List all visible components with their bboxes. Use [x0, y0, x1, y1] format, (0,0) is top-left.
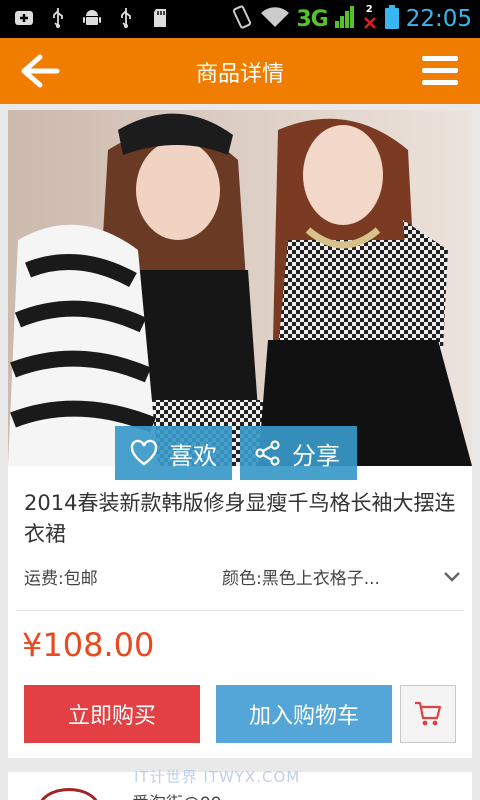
heart-icon — [130, 439, 158, 466]
vibrate-icon — [230, 4, 254, 34]
cart-button[interactable] — [400, 685, 456, 743]
color-selector[interactable]: 颜色:黑色上衣格子... — [222, 564, 462, 590]
share-icon — [255, 440, 280, 466]
chevron-down-icon — [444, 572, 460, 582]
status-bar: 3G 2 22:05 — [0, 0, 480, 38]
shop-logo — [38, 788, 100, 800]
add-to-cart-button[interactable]: 加入购物车 — [216, 685, 392, 743]
like-label: 喜欢 — [169, 441, 217, 470]
app-bar: 商品详情 — [0, 38, 480, 104]
color-value: 颜色:黑色上衣格子... — [222, 569, 380, 589]
watermark: IT计世界 ITWYX.COM — [134, 768, 301, 786]
clock: 22:05 — [405, 6, 472, 32]
page-title: 商品详情 — [195, 62, 284, 87]
product-name: 2014春装新款韩版修身显瘦千鸟格长袖大摆连衣裙 — [24, 491, 456, 546]
share-label: 分享 — [292, 441, 340, 470]
usb-icon — [116, 8, 136, 28]
notification-badge: 2 — [362, 4, 378, 30]
android-icon — [82, 8, 102, 28]
signal-icon — [334, 5, 356, 33]
shop-name: 爱淘街@99 — [132, 789, 222, 800]
product-card: 喜欢 分享 2014春装新款韩版修身显瘦千鸟格长袖大摆连衣裙 运费:包邮 颜色:… — [8, 110, 472, 758]
status-system: 3G 2 22:05 — [230, 4, 472, 34]
shipping-info: 运费:包邮 — [24, 569, 98, 589]
add-icon — [14, 8, 34, 28]
product-meta: 运费:包邮 颜色:黑色上衣格子... — [24, 562, 464, 590]
hamburger-menu-icon — [422, 56, 458, 85]
like-button[interactable]: 喜欢 — [115, 426, 232, 480]
menu-button[interactable] — [420, 52, 460, 90]
divider — [16, 610, 464, 611]
usb-icon — [48, 8, 68, 28]
product-price: ¥108.00 — [22, 626, 155, 664]
sd-card-icon — [150, 8, 170, 28]
product-image[interactable] — [8, 110, 472, 466]
status-notifications — [14, 8, 170, 28]
shopping-cart-icon — [415, 701, 442, 726]
battery-icon — [384, 4, 400, 34]
wifi-icon — [260, 5, 290, 33]
buy-now-button[interactable]: 立即购买 — [24, 685, 200, 743]
network-type: 3G — [296, 6, 328, 32]
share-button[interactable]: 分享 — [240, 426, 357, 480]
